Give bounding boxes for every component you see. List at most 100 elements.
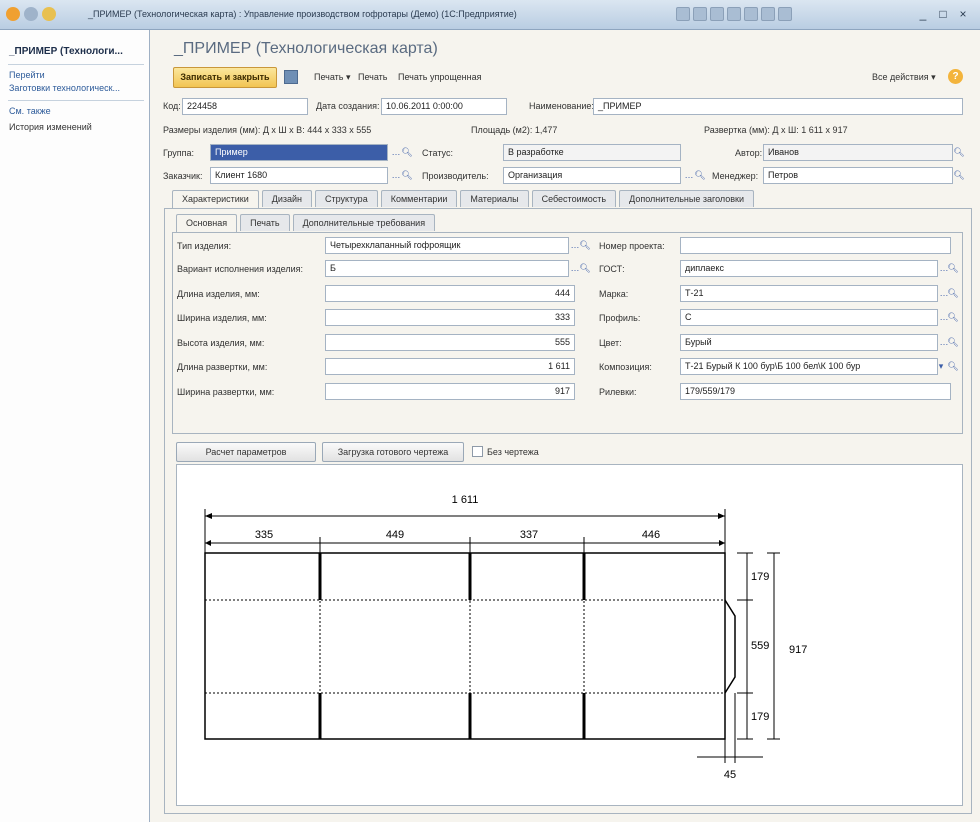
field-label: Высота изделия, мм:: [177, 338, 265, 348]
field-label: Композиция:: [599, 362, 652, 372]
search-icon[interactable]: 🔍︎: [694, 168, 706, 183]
field-label: Ширина развертки, мм:: [177, 387, 275, 397]
search-icon[interactable]: 🔍︎: [953, 145, 965, 160]
date-label: Дата создания:: [316, 101, 380, 111]
help-icon[interactable]: ?: [948, 69, 963, 84]
tool-icon[interactable]: [744, 7, 758, 21]
maximize-button[interactable]: □: [936, 7, 950, 21]
nav-item-history[interactable]: История изменений: [9, 122, 92, 132]
segment-label: 335: [255, 529, 273, 541]
search-icon[interactable]: 🔍︎: [947, 310, 959, 325]
field-label: Вариант исполнения изделия:: [177, 264, 304, 274]
field-label: Длина изделия, мм:: [177, 289, 260, 299]
gost-field[interactable]: диплаекс: [680, 260, 938, 277]
crease-dim-label: 559: [751, 640, 769, 652]
tool-icon[interactable]: [761, 7, 775, 21]
save-icon[interactable]: [284, 70, 298, 84]
search-icon[interactable]: 🔍︎: [401, 145, 413, 160]
window-titlebar: _ПРИМЕР (Технологическая карта) : Управл…: [0, 0, 980, 30]
height-field[interactable]: 555: [325, 334, 575, 351]
author-field[interactable]: Иванов: [763, 144, 953, 161]
manager-field[interactable]: Петров: [763, 167, 953, 184]
search-icon[interactable]: 🔍︎: [401, 168, 413, 183]
search-icon[interactable]: 🔍︎: [947, 261, 959, 276]
variant-field[interactable]: Б: [325, 260, 569, 277]
total-length-label: 1 611: [452, 494, 479, 506]
print-button[interactable]: Печать: [358, 72, 387, 82]
segment-label: 446: [642, 529, 660, 541]
length-field[interactable]: 444: [325, 285, 575, 302]
see-also-label: См. также: [9, 106, 51, 116]
status-field[interactable]: В разработке: [503, 144, 681, 161]
load-drawing-button[interactable]: Загрузка готового чертежа: [322, 442, 464, 462]
minimize-button[interactable]: _: [916, 7, 930, 21]
author-label: Автор:: [735, 148, 763, 158]
close-button[interactable]: ×: [956, 7, 970, 21]
panel-title: _ПРИМЕР (Технологи...: [9, 46, 123, 57]
tool-icon[interactable]: [676, 7, 690, 21]
tab-characteristics[interactable]: Характеристики: [172, 190, 259, 208]
all-actions-menu[interactable]: Все действия ▾: [872, 72, 936, 83]
print-simple-button[interactable]: Печать упрощенная: [398, 72, 482, 82]
tool-icon[interactable]: [710, 7, 724, 21]
back-icon[interactable]: [24, 7, 38, 21]
product-type-field[interactable]: Четырехклапанный гофроящик: [325, 237, 569, 254]
customer-field[interactable]: Клиент 1680: [210, 167, 388, 184]
group-field[interactable]: Пример: [210, 144, 388, 161]
tool-icon[interactable]: [778, 7, 792, 21]
search-icon[interactable]: 🔍︎: [947, 359, 959, 374]
dropdown-icon[interactable]: ▾: [935, 359, 947, 374]
search-icon[interactable]: 🔍︎: [579, 261, 591, 276]
save-close-button[interactable]: Записать и закрыть: [173, 67, 277, 88]
tool-icon[interactable]: [727, 7, 741, 21]
box-drawing: 1 611 335 449 337 446 179 559 179 917 45: [176, 464, 963, 806]
tab-structure[interactable]: Структура: [315, 190, 378, 207]
tab-materials[interactable]: Материалы: [460, 190, 529, 207]
tab-cost[interactable]: Себестоимость: [531, 190, 617, 207]
calc-params-button[interactable]: Расчет параметров: [176, 442, 316, 462]
search-icon[interactable]: 🔍︎: [947, 335, 959, 350]
divider: [8, 100, 144, 101]
project-number-field[interactable]: [680, 237, 951, 254]
subtab-main[interactable]: Основная: [176, 214, 238, 232]
composition-field[interactable]: Т-21 Бурый К 100 бур\Б 100 бел\К 100 бур: [680, 358, 938, 375]
name-label: Наименование:: [529, 101, 594, 111]
tab-extra-headers[interactable]: Дополнительные заголовки: [619, 190, 754, 207]
width-field[interactable]: 333: [325, 309, 575, 326]
tool-icon[interactable]: [693, 7, 707, 21]
profile-field[interactable]: С: [680, 309, 938, 326]
star-icon[interactable]: [42, 7, 56, 21]
search-icon[interactable]: 🔍︎: [579, 238, 591, 253]
code-field[interactable]: 224458: [182, 98, 308, 115]
unfold-width-field[interactable]: 917: [325, 383, 575, 400]
crease-dim-label: 179: [751, 571, 769, 583]
area-text: Площадь (м2): 1,477: [471, 125, 558, 135]
tab-design[interactable]: Дизайн: [261, 190, 312, 207]
field-label: Номер проекта:: [599, 241, 665, 251]
sizes-text: Размеры изделия (мм): Д x Ш x В: 444 x 3…: [163, 125, 372, 135]
field-label: Длина развертки, мм:: [177, 362, 268, 372]
window-controls: _ □ ×: [916, 7, 970, 21]
tab-comments[interactable]: Комментарии: [380, 190, 458, 207]
date-field[interactable]: 10.06.2011 0:00:00: [381, 98, 507, 115]
title-toolbar: [676, 7, 792, 21]
color-field[interactable]: Бурый: [680, 334, 938, 351]
no-drawing-checkbox[interactable]: [472, 446, 483, 457]
divider: [8, 64, 144, 65]
search-icon[interactable]: 🔍︎: [953, 168, 965, 183]
mark-field[interactable]: Т-21: [680, 285, 938, 302]
producer-field[interactable]: Организация: [503, 167, 681, 184]
group-label: Группа:: [163, 148, 195, 158]
segment-label: 449: [386, 529, 404, 541]
print-menu-button[interactable]: Печать ▾: [314, 72, 351, 83]
name-field[interactable]: _ПРИМЕР: [593, 98, 963, 115]
subtab-print[interactable]: Печать: [240, 214, 290, 231]
subtab-requirements[interactable]: Дополнительные требования: [292, 214, 436, 231]
code-label: Код:: [163, 101, 181, 111]
app-logo-icon: [6, 7, 20, 21]
creases-field[interactable]: 179/559/179: [680, 383, 951, 400]
search-icon[interactable]: 🔍︎: [947, 286, 959, 301]
nav-item-templates[interactable]: Заготовки технологическ...: [9, 83, 120, 93]
box-unfold-svg: 1 611 335 449 337 446 179 559 179 917 45: [204, 494, 807, 781]
unfold-length-field[interactable]: 1 611: [325, 358, 575, 375]
